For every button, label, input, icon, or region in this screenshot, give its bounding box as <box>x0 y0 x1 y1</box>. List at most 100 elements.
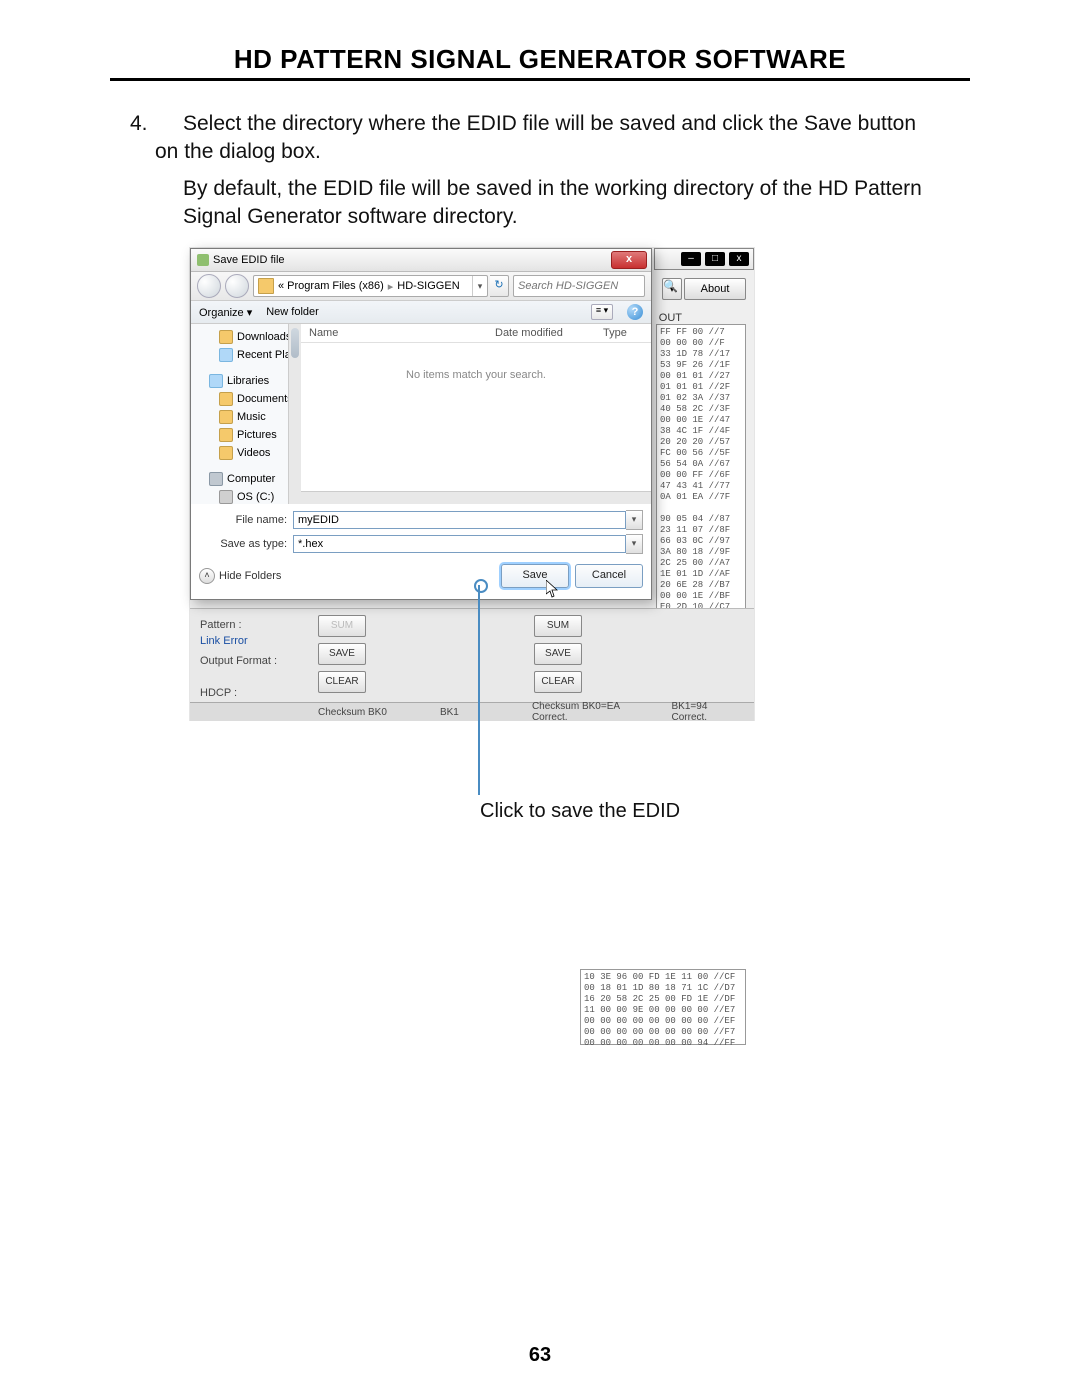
hex-readout-2: 10 3E 96 00 FD 1E 11 00 //CF 00 18 01 1D… <box>580 969 746 1045</box>
right-sum-button[interactable]: SUM <box>534 615 582 637</box>
callout-circle <box>474 579 488 593</box>
folder-tree-sidebar[interactable]: Downloads Recent Places Libraries Docume… <box>191 324 301 504</box>
sidebar-recent-places[interactable]: Recent Places <box>191 346 301 364</box>
nav-back-button[interactable] <box>197 274 221 298</box>
status-link-error[interactable]: Link Error <box>200 635 248 647</box>
app-close-button[interactable]: x <box>729 252 749 266</box>
checksum-bar: Checksum BK0 BK1 Checksum BK0=EA Correct… <box>190 702 754 721</box>
column-type[interactable]: Type <box>595 327 651 339</box>
right-clear-button[interactable]: CLEAR <box>534 671 582 693</box>
checksum-bk1-label: BK1 <box>432 707 516 718</box>
cancel-button[interactable]: Cancel <box>575 564 643 588</box>
dialog-toolbar: Organize ▾ New folder ≡ ▾ ? <box>191 301 651 324</box>
file-list-header[interactable]: Name Date modified Type <box>301 324 651 343</box>
column-name[interactable]: Name <box>301 327 487 339</box>
folder-icon <box>258 278 274 294</box>
dialog-close-button[interactable]: x <box>611 251 647 269</box>
hex-readout: FF FF 00 //7 00 00 00 //F 33 1D 78 //17 … <box>656 324 746 616</box>
search-input[interactable] <box>514 279 663 293</box>
status-panel: Pattern : Link Error Output Format : HDC… <box>190 608 754 721</box>
hide-folders-label: Hide Folders <box>219 570 281 582</box>
dialog-footer: ˄ Hide Folders Save Cancel <box>191 558 651 596</box>
app-window: – □ x ▾ About OUT FF FF 00 //7 00 00 00 … <box>190 248 754 720</box>
para1-text: Select the directory where the EDID file… <box>155 112 916 163</box>
file-name-input[interactable] <box>293 511 626 529</box>
checksum-bk0-label: Checksum BK0 <box>190 707 432 718</box>
dialog-title: Save EDID file <box>213 254 285 266</box>
drive-icon <box>219 490 233 504</box>
app-titlebar: – □ x <box>654 248 754 270</box>
breadcrumb-dropdown[interactable]: ▾ <box>472 276 487 296</box>
breadcrumb-seg-2[interactable]: HD-SIGGEN <box>397 280 459 292</box>
maximize-button[interactable]: □ <box>705 252 725 266</box>
column-date-modified[interactable]: Date modified <box>487 327 595 339</box>
save-as-type-dropdown[interactable]: ▾ <box>626 534 643 554</box>
status-hdcp-label: HDCP : <box>200 687 237 699</box>
page-title: HD PATTERN SIGNAL GENERATOR SOFTWARE <box>0 44 1080 75</box>
dialog-nav-bar: « Program Files (x86) ▸ HD-SIGGEN ▾ ↻ 🔍 <box>191 272 651 301</box>
videos-icon <box>219 446 233 460</box>
figure-screenshot: – □ x ▾ About OUT FF FF 00 //7 00 00 00 … <box>190 248 754 720</box>
left-clear-button[interactable]: CLEAR <box>318 671 366 693</box>
hide-folders-toggle[interactable]: ˄ Hide Folders <box>199 568 281 584</box>
sidebar-os-c[interactable]: OS (C:) <box>191 488 301 504</box>
dialog-fields: File name: ▾ Save as type: ▾ <box>191 504 651 554</box>
sidebar-downloads[interactable]: Downloads <box>191 328 301 346</box>
save-file-dialog: Save EDID file x « Program Files (x86) ▸… <box>190 248 652 600</box>
library-icon <box>209 374 223 388</box>
callout-leader-line <box>478 585 480 795</box>
chevron-up-icon: ˄ <box>199 568 215 584</box>
checksum-bk1-status: BK1=94 Correct. <box>664 701 754 723</box>
music-icon <box>219 410 233 424</box>
new-folder-button[interactable]: New folder <box>266 306 319 318</box>
sidebar-pictures[interactable]: Pictures <box>191 426 301 444</box>
view-options-button[interactable]: ≡ ▾ <box>591 304 613 320</box>
breadcrumb-separator: ▸ <box>388 280 394 293</box>
sidebar-scroll-thumb[interactable] <box>291 328 299 358</box>
checksum-bk0-status: Checksum BK0=EA Correct. <box>524 701 664 723</box>
callout-text: Click to save the EDID <box>480 800 680 823</box>
left-sum-button[interactable]: SUM <box>318 615 366 637</box>
save-as-type-select[interactable] <box>293 535 626 553</box>
search-box[interactable]: 🔍 <box>513 275 645 297</box>
sidebar-libraries[interactable]: Libraries <box>191 372 301 390</box>
step-number: 4. <box>130 110 148 138</box>
title-rule <box>110 78 970 81</box>
file-list-pane[interactable]: Name Date modified Type No items match y… <box>301 324 651 504</box>
sidebar-computer[interactable]: Computer <box>191 470 301 488</box>
documents-icon <box>219 392 233 406</box>
breadcrumb-seg-1[interactable]: « Program Files (x86) <box>278 280 384 292</box>
about-button[interactable]: About <box>684 278 746 300</box>
pictures-icon <box>219 428 233 442</box>
nav-forward-button[interactable] <box>225 274 249 298</box>
refresh-button[interactable]: ↻ <box>490 275 509 297</box>
organize-menu[interactable]: Organize ▾ <box>199 306 252 319</box>
search-icon[interactable]: 🔍 <box>663 279 678 293</box>
help-icon[interactable]: ? <box>627 304 643 320</box>
dialog-icon <box>197 254 209 266</box>
sidebar-videos[interactable]: Videos <box>191 444 301 462</box>
sidebar-scrollbar[interactable] <box>288 324 301 504</box>
step-paragraph-1: 4. Select the directory where the EDID f… <box>155 110 925 167</box>
hex-block-label: OUT <box>659 312 682 324</box>
sidebar-documents[interactable]: Documents <box>191 390 301 408</box>
step-paragraph-2: By default, the EDID file will be saved … <box>155 175 925 232</box>
file-name-label: File name: <box>199 514 293 526</box>
file-list-hscrollbar[interactable] <box>301 491 651 504</box>
dialog-titlebar[interactable]: Save EDID file x <box>191 249 651 272</box>
status-pattern-label: Pattern : <box>200 619 242 631</box>
save-button[interactable]: Save <box>501 564 569 588</box>
minimize-button[interactable]: – <box>681 252 701 266</box>
left-save-button[interactable]: SAVE <box>318 643 366 665</box>
recent-icon <box>219 348 233 362</box>
folder-icon <box>219 330 233 344</box>
document-page: HD PATTERN SIGNAL GENERATOR SOFTWARE 4. … <box>0 0 1080 1397</box>
save-as-type-label: Save as type: <box>199 538 293 550</box>
dialog-body: Downloads Recent Places Libraries Docume… <box>191 324 651 504</box>
status-output-format-label: Output Format : <box>200 655 277 667</box>
breadcrumb[interactable]: « Program Files (x86) ▸ HD-SIGGEN ▾ <box>253 275 488 297</box>
file-name-history-dropdown[interactable]: ▾ <box>626 510 643 530</box>
computer-icon <box>209 472 223 486</box>
sidebar-music[interactable]: Music <box>191 408 301 426</box>
right-save-button[interactable]: SAVE <box>534 643 582 665</box>
